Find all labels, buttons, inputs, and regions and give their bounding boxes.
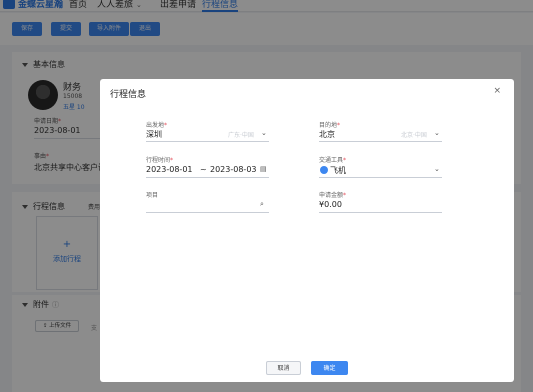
trip-info-dialog: 行程信息 × 出发地* 深圳 广东·中国 ⌄ 目的地* 北京 北京·中国 ⌄ 行… [100, 79, 514, 382]
required-mark: * [337, 122, 341, 129]
required-mark: * [164, 122, 168, 129]
amount-underline [319, 212, 442, 213]
chevron-down-icon[interactable]: ⌄ [434, 129, 440, 137]
date-range-separator: ~ [200, 165, 207, 174]
plane-icon [320, 166, 328, 174]
destination-underline [319, 141, 442, 142]
chevron-down-icon[interactable]: ⌄ [261, 129, 267, 137]
confirm-button[interactable]: 确定 [311, 361, 348, 375]
transport-underline [319, 177, 442, 178]
departure-label-text: 出发地 [146, 122, 165, 129]
amount-input[interactable]: ¥0.00 [319, 200, 342, 209]
required-mark: * [343, 157, 347, 164]
required-mark: * [170, 157, 174, 164]
required-mark: * [343, 192, 347, 199]
dialog-title: 行程信息 [110, 90, 147, 100]
departure-underline [146, 141, 269, 142]
trip-time-underline [146, 177, 269, 178]
transport-label: 交通工具* [319, 155, 346, 164]
close-icon[interactable]: × [493, 86, 501, 96]
calendar-icon[interactable]: ▤ [260, 165, 267, 173]
search-icon[interactable]: ⌕ [260, 200, 264, 209]
transport-value[interactable]: 飞机 [330, 165, 346, 176]
start-date-input[interactable]: 2023-08-01 [146, 165, 193, 174]
trip-time-label: 行程时间* [146, 155, 173, 164]
departure-label: 出发地* [146, 120, 167, 129]
destination-value[interactable]: 北京 [319, 129, 335, 140]
amount-label-text: 申请金额 [319, 192, 344, 199]
project-underline [146, 212, 269, 213]
destination-label-text: 目的地 [319, 122, 338, 129]
destination-hint: 北京·中国 [401, 132, 427, 139]
transport-label-text: 交通工具 [319, 157, 344, 164]
amount-label: 申请金额* [319, 190, 346, 199]
departure-hint: 广东·中国 [228, 132, 254, 139]
project-input[interactable] [146, 200, 256, 210]
trip-time-label-text: 行程时间 [146, 157, 171, 164]
destination-label: 目的地* [319, 120, 340, 129]
end-date-input[interactable]: 2023-08-03 [210, 165, 257, 174]
departure-value[interactable]: 深圳 [146, 129, 162, 140]
cancel-button[interactable]: 取消 [266, 361, 301, 375]
chevron-down-icon[interactable]: ⌄ [434, 165, 440, 173]
project-label: 项目 [146, 192, 159, 199]
